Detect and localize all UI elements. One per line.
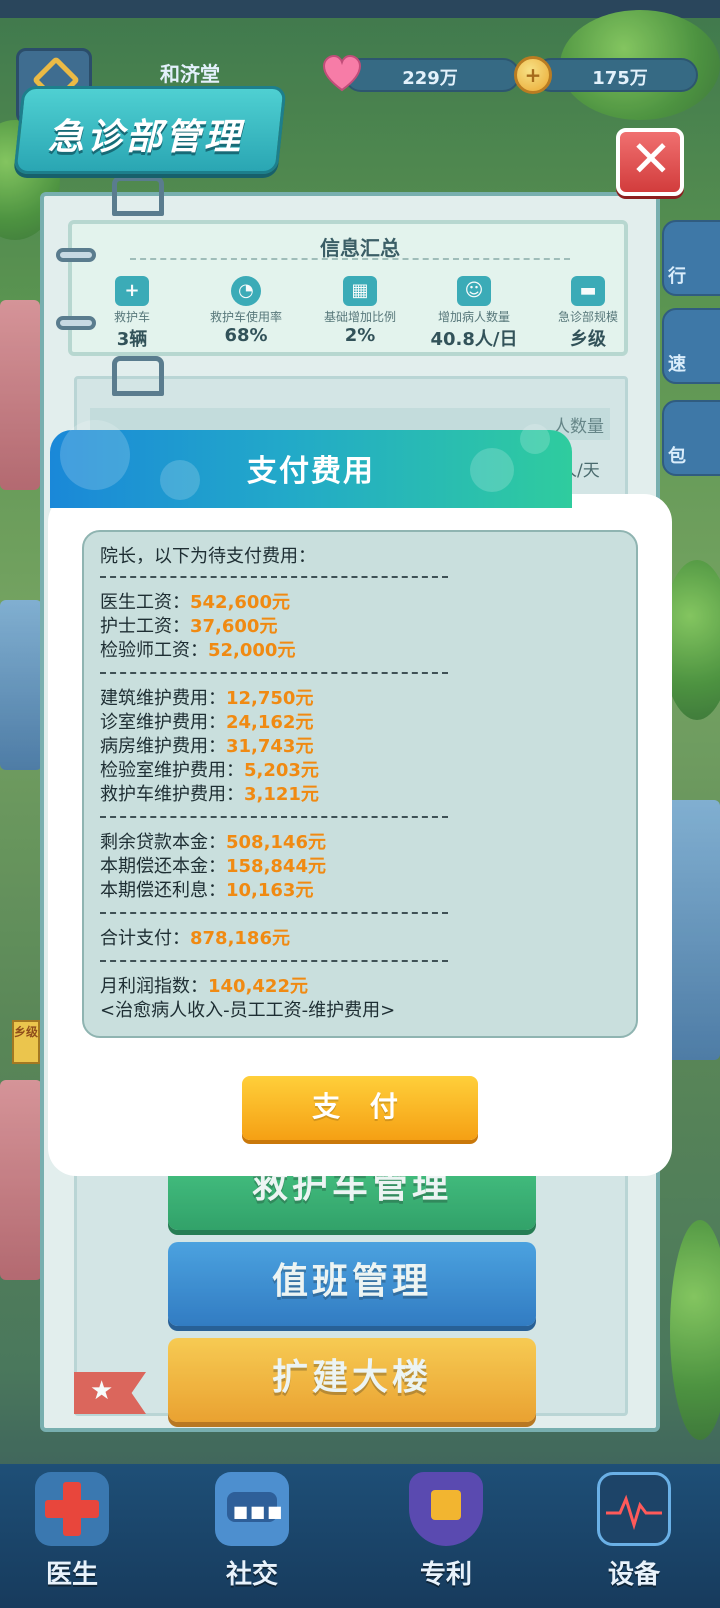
bill-separator — [100, 576, 448, 578]
nav-label: 专利 — [419, 1560, 472, 1590]
page-title: 急诊部管理 — [48, 117, 244, 158]
nav-social[interactable]: ■■■ 社交 — [192, 1472, 312, 1600]
nav-label: 设备 — [607, 1560, 660, 1590]
doctor-cross-icon — [35, 1472, 109, 1546]
bill-item: 病房维护费用：31,743元 — [100, 736, 314, 757]
nav-label: 医生 — [45, 1560, 98, 1590]
bill-item: 救护车维护费用：3,121元 — [100, 784, 319, 805]
heartbeat-icon — [606, 1494, 662, 1531]
close-button[interactable]: ✕ — [616, 128, 684, 196]
nav-label: 社交 — [225, 1560, 278, 1590]
bill-separator — [100, 912, 448, 914]
pay-button[interactable]: 支 付 — [242, 1076, 478, 1140]
payment-dialog-title: 支付费用 — [247, 454, 375, 489]
bill-item: 本期偿还本金：158,844元 — [100, 856, 326, 877]
bill-item: 本期偿还利息：10,163元 — [100, 880, 314, 901]
bill-item: 检验室维护费用：5,203元 — [100, 760, 319, 781]
nav-equipment[interactable]: 设备 — [574, 1472, 694, 1600]
bill-separator — [100, 672, 448, 674]
bill-item: 建筑维护费用：12,750元 — [100, 688, 314, 709]
close-icon: ✕ — [630, 130, 672, 188]
bill-total: 合计支付：878,186元 — [100, 928, 290, 949]
bill-item: 医生工资：542,600元 — [100, 592, 290, 613]
bill-item: 剩余贷款本金：508,146元 — [100, 832, 326, 853]
bill-item: 检验师工资：52,000元 — [100, 640, 296, 661]
bill-item: 诊室维护费用：24,162元 — [100, 712, 314, 733]
bill-separator — [100, 960, 448, 962]
bill-profit: 月利润指数：140,422元 — [100, 976, 308, 997]
nav-doctor[interactable]: 医生 — [12, 1472, 132, 1600]
chat-icon: ■■■ — [215, 1472, 289, 1546]
nav-patent[interactable]: 专利 — [386, 1472, 506, 1600]
bill-item: 护士工资：37,600元 — [100, 616, 278, 637]
bill-separator — [100, 816, 448, 818]
patent-shield-icon — [409, 1472, 483, 1546]
monitor-icon — [597, 1472, 671, 1546]
bill-intro: 院长，以下为待支付费用： — [100, 546, 316, 567]
bill-formula: <治愈病人收入-员工工资-维护费用> — [100, 1000, 396, 1021]
